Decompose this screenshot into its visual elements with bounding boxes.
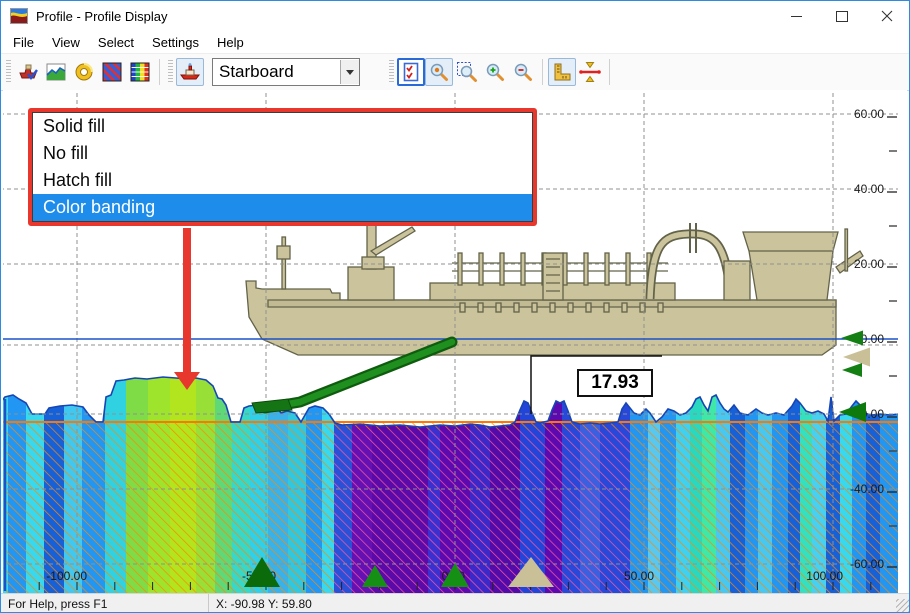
- offset-ruler-button[interactable]: [548, 58, 576, 86]
- fill-option-color-banding[interactable]: Color banding: [33, 194, 532, 221]
- toolbar-separator: [159, 59, 160, 85]
- toolbar-separator: [609, 59, 610, 85]
- fill-style-context-menu: Solid fillNo fillHatch fillColor banding: [28, 108, 537, 226]
- color-bands-button[interactable]: [126, 58, 154, 86]
- vessel-icon: [179, 61, 201, 83]
- zoom-window-button[interactable]: [453, 58, 481, 86]
- combo-dropdown-button[interactable]: [340, 60, 359, 84]
- span-measure-icon: [577, 61, 603, 83]
- resize-grip[interactable]: [896, 599, 909, 612]
- toolbar: Starboard: [1, 53, 909, 91]
- profile-chart-button[interactable]: [42, 58, 70, 86]
- fill-option-hatch-fill[interactable]: Hatch fill: [33, 167, 532, 194]
- status-coordinates: X: -90.98 Y: 59.80: [209, 597, 896, 611]
- svg-text:60.00: 60.00: [854, 107, 884, 121]
- window-controls: [774, 1, 909, 31]
- open-profile-icon: [17, 61, 39, 83]
- color-bands-icon: [129, 61, 151, 83]
- svg-text:100.00: 100.00: [806, 569, 843, 583]
- toolbar-grip[interactable]: [6, 60, 11, 84]
- status-bar: For Help, press F1 X: -90.98 Y: 59.80: [1, 593, 909, 613]
- zoom-out-button[interactable]: [509, 58, 537, 86]
- svg-text:-40.00: -40.00: [850, 482, 884, 496]
- zoom-out-icon: [512, 61, 534, 83]
- fill-option-solid-fill[interactable]: Solid fill: [33, 113, 532, 140]
- hatch-fill-icon: [101, 61, 123, 83]
- menu-file[interactable]: File: [4, 33, 43, 52]
- menu-bar: FileViewSelectSettingsHelp: [1, 31, 909, 53]
- svg-text:20.00: 20.00: [854, 257, 884, 271]
- toolbar-grip[interactable]: [168, 60, 173, 84]
- vessel-button[interactable]: [176, 58, 204, 86]
- draghead: [252, 399, 292, 413]
- title-bar: Profile - Profile Display: [1, 1, 909, 31]
- menu-help[interactable]: Help: [208, 33, 253, 52]
- profile-side-selector[interactable]: Starboard: [212, 58, 360, 86]
- hatch-fill-button[interactable]: [98, 58, 126, 86]
- svg-text:-100.00: -100.00: [46, 569, 87, 583]
- maximize-icon: [836, 11, 848, 22]
- profile-chart-icon: [45, 61, 67, 83]
- fill-option-no-fill[interactable]: No fill: [33, 140, 532, 167]
- menu-settings[interactable]: Settings: [143, 33, 208, 52]
- zoom-window-icon: [456, 61, 478, 83]
- minimize-button[interactable]: [774, 1, 819, 31]
- annotation-arrow: [174, 228, 200, 390]
- window-title: Profile - Profile Display: [36, 9, 168, 24]
- svg-text:-60.00: -60.00: [850, 557, 884, 571]
- svg-text:50.00: 50.00: [624, 569, 654, 583]
- tape-roll-button[interactable]: [70, 58, 98, 86]
- minimize-icon: [791, 16, 802, 17]
- profile-side-value: Starboard: [213, 62, 340, 82]
- survey-checklist-button[interactable]: [397, 58, 425, 86]
- toolbar-grip[interactable]: [389, 60, 394, 84]
- maximize-button[interactable]: [819, 1, 864, 31]
- close-icon: [881, 10, 893, 22]
- status-help-text: For Help, press F1: [1, 597, 208, 611]
- svg-text:40.00: 40.00: [854, 182, 884, 196]
- seabed-hatch-overlay: [3, 422, 898, 593]
- zoom-in-icon: [484, 61, 506, 83]
- fill-style-list: Solid fillNo fillHatch fillColor banding: [32, 112, 533, 222]
- zoom-point-button[interactable]: [425, 58, 453, 86]
- app-window: Profile - Profile Display FileViewSelect…: [0, 0, 910, 613]
- offset-ruler-icon: [551, 61, 573, 83]
- app-icon: [10, 8, 28, 24]
- menu-view[interactable]: View: [43, 33, 89, 52]
- survey-checklist-icon: [400, 61, 422, 83]
- dredger-ship-silhouette: [246, 223, 863, 355]
- toolbar-separator: [542, 59, 543, 85]
- open-profile-button[interactable]: [14, 58, 42, 86]
- svg-text:0.00: 0.00: [861, 332, 885, 346]
- span-measure-button[interactable]: [576, 58, 604, 86]
- tape-roll-icon: [73, 61, 95, 83]
- zoom-point-icon: [428, 61, 450, 83]
- menu-select[interactable]: Select: [89, 33, 143, 52]
- chevron-down-icon: [346, 70, 354, 75]
- depth-value-box: 17.93: [577, 369, 653, 397]
- close-button[interactable]: [864, 1, 909, 31]
- zoom-in-button[interactable]: [481, 58, 509, 86]
